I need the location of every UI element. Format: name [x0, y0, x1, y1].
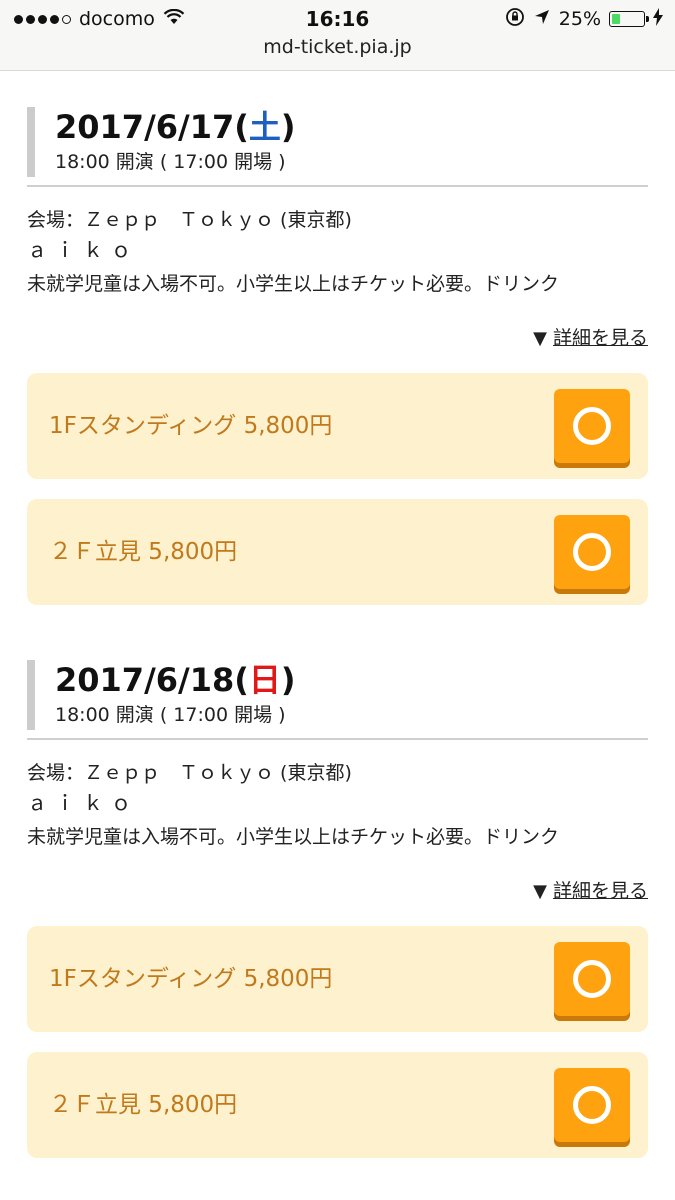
event-time: 18:00 開演 ( 17:00 開場 ) — [55, 151, 286, 173]
event-day-of-week: 日 — [248, 661, 281, 699]
event-date: 2017/6/17(土) — [55, 108, 296, 146]
ticket-label: 1Fスタンディング 5,800円 — [49, 413, 333, 439]
ticket-label: ２Ｆ立見 5,800円 — [49, 1092, 238, 1118]
event-venue: 会場：Ｚｅｐｐ Ｔｏｋｙｏ (東京都) — [27, 762, 352, 784]
details-link[interactable]: ▼ 詳細を見る — [533, 877, 648, 906]
circle-available-icon — [573, 407, 611, 445]
ticket-row[interactable]: 1Fスタンディング 5,800円 — [27, 373, 648, 479]
triangle-down-icon: ▼ — [533, 881, 547, 902]
event-artist: ａｉｋｏ — [27, 238, 139, 262]
event-card: 2017/6/18(日) 18:00 開演 ( 17:00 開場 ) 会場：Ｚｅ… — [0, 623, 675, 1183]
event-notice: 未就学児童は入場不可。小学生以上はチケット必要。ドリンク — [27, 273, 560, 295]
orientation-lock-icon — [505, 7, 525, 31]
ticket-select-button[interactable] — [554, 1068, 630, 1142]
browser-status-bar: docomo 16:16 25% md-ticket.pia.jp — [0, 0, 675, 71]
ticket-row[interactable]: 1Fスタンディング 5,800円 — [27, 926, 648, 1032]
triangle-down-icon: ▼ — [533, 328, 547, 349]
ticket-row[interactable]: ２Ｆ立見 5,800円 — [27, 499, 648, 605]
ticket-label: 1Fスタンディング 5,800円 — [49, 966, 333, 992]
details-link[interactable]: ▼ 詳細を見る — [533, 324, 648, 353]
circle-available-icon — [573, 960, 611, 998]
event-venue: 会場：Ｚｅｐｐ Ｔｏｋｙｏ (東京都) — [27, 209, 352, 231]
event-card: 2017/6/17(土) 18:00 開演 ( 17:00 開場 ) 会場：Ｚｅ… — [0, 70, 675, 623]
circle-available-icon — [573, 533, 611, 571]
event-day-of-week: 土 — [248, 108, 281, 146]
event-list: 2017/6/17(土) 18:00 開演 ( 17:00 開場 ) 会場：Ｚｅ… — [0, 70, 675, 1183]
ticket-select-button[interactable] — [554, 942, 630, 1016]
ticket-label: ２Ｆ立見 5,800円 — [49, 539, 238, 565]
event-time: 18:00 開演 ( 17:00 開場 ) — [55, 704, 286, 726]
battery-percent: 25% — [558, 8, 601, 30]
event-accent-bar — [27, 107, 35, 177]
ticket-select-button[interactable] — [554, 515, 630, 589]
circle-available-icon — [573, 1086, 611, 1124]
ticket-select-button[interactable] — [554, 389, 630, 463]
event-artist: ａｉｋｏ — [27, 791, 139, 815]
ticket-row[interactable]: ２Ｆ立見 5,800円 — [27, 1052, 648, 1158]
address-bar-url[interactable]: md-ticket.pia.jp — [0, 36, 675, 58]
event-notice: 未就学児童は入場不可。小学生以上はチケット必要。ドリンク — [27, 826, 560, 848]
event-date: 2017/6/18(日) — [55, 661, 296, 699]
charging-bolt-icon — [653, 8, 663, 30]
event-accent-bar — [27, 660, 35, 730]
event-header: 2017/6/17(土) 18:00 開演 ( 17:00 開場 ) — [27, 107, 648, 187]
location-arrow-icon — [533, 8, 551, 30]
battery-icon — [609, 11, 649, 27]
event-header: 2017/6/18(日) 18:00 開演 ( 17:00 開場 ) — [27, 660, 648, 740]
